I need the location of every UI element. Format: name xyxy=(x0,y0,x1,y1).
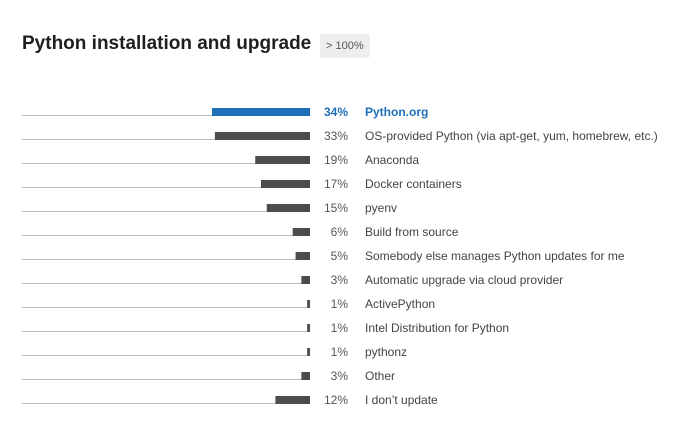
bar xyxy=(275,396,310,404)
category-label: Build from source xyxy=(365,225,459,239)
bar xyxy=(307,300,310,308)
bar xyxy=(212,108,310,116)
bar-value-label: 3% xyxy=(331,369,349,383)
category-label: pyenv xyxy=(365,201,397,215)
category-label: Python.org xyxy=(365,105,428,119)
category-label: OS-provided Python (via apt-get, yum, ho… xyxy=(365,129,658,143)
bar-value-label: 19% xyxy=(324,153,348,167)
bar-value-label: 1% xyxy=(331,297,349,311)
bar xyxy=(295,252,310,260)
bar-value-label: 3% xyxy=(331,273,349,287)
bar-value-label: 17% xyxy=(324,177,348,191)
bar xyxy=(261,180,310,188)
bar-chart: 34% Python.org 33% OS-provided Python (via … xyxy=(22,105,658,407)
bar xyxy=(301,372,310,380)
category-label: Automatic upgrade via cloud provider xyxy=(365,273,563,287)
bar-value-label: 1% xyxy=(331,321,349,335)
bar-value-label: 15% xyxy=(324,201,348,215)
bar-value-label: 33% xyxy=(324,129,348,143)
bar xyxy=(255,156,310,164)
category-label: Docker containers xyxy=(365,177,462,191)
bar xyxy=(292,228,310,236)
category-label: Anaconda xyxy=(365,153,419,167)
bar-value-label: 1% xyxy=(331,345,349,359)
category-label: pythonz xyxy=(365,345,407,359)
bar-value-label: 5% xyxy=(331,249,349,263)
bar-value-label: 6% xyxy=(331,225,349,239)
bar xyxy=(307,348,310,356)
category-label: ActivePython xyxy=(365,297,435,311)
bar xyxy=(301,276,310,284)
bar-value-label: 12% xyxy=(324,393,348,407)
bar xyxy=(214,132,310,140)
category-label: I don’t update xyxy=(365,393,438,407)
bar xyxy=(266,204,310,212)
category-label: Somebody else manages Python updates for… xyxy=(365,249,625,263)
bar-value-label: 34% xyxy=(324,105,348,119)
category-label: Other xyxy=(365,369,395,383)
bar xyxy=(307,324,310,332)
category-label: Intel Distribution for Python xyxy=(365,321,509,335)
